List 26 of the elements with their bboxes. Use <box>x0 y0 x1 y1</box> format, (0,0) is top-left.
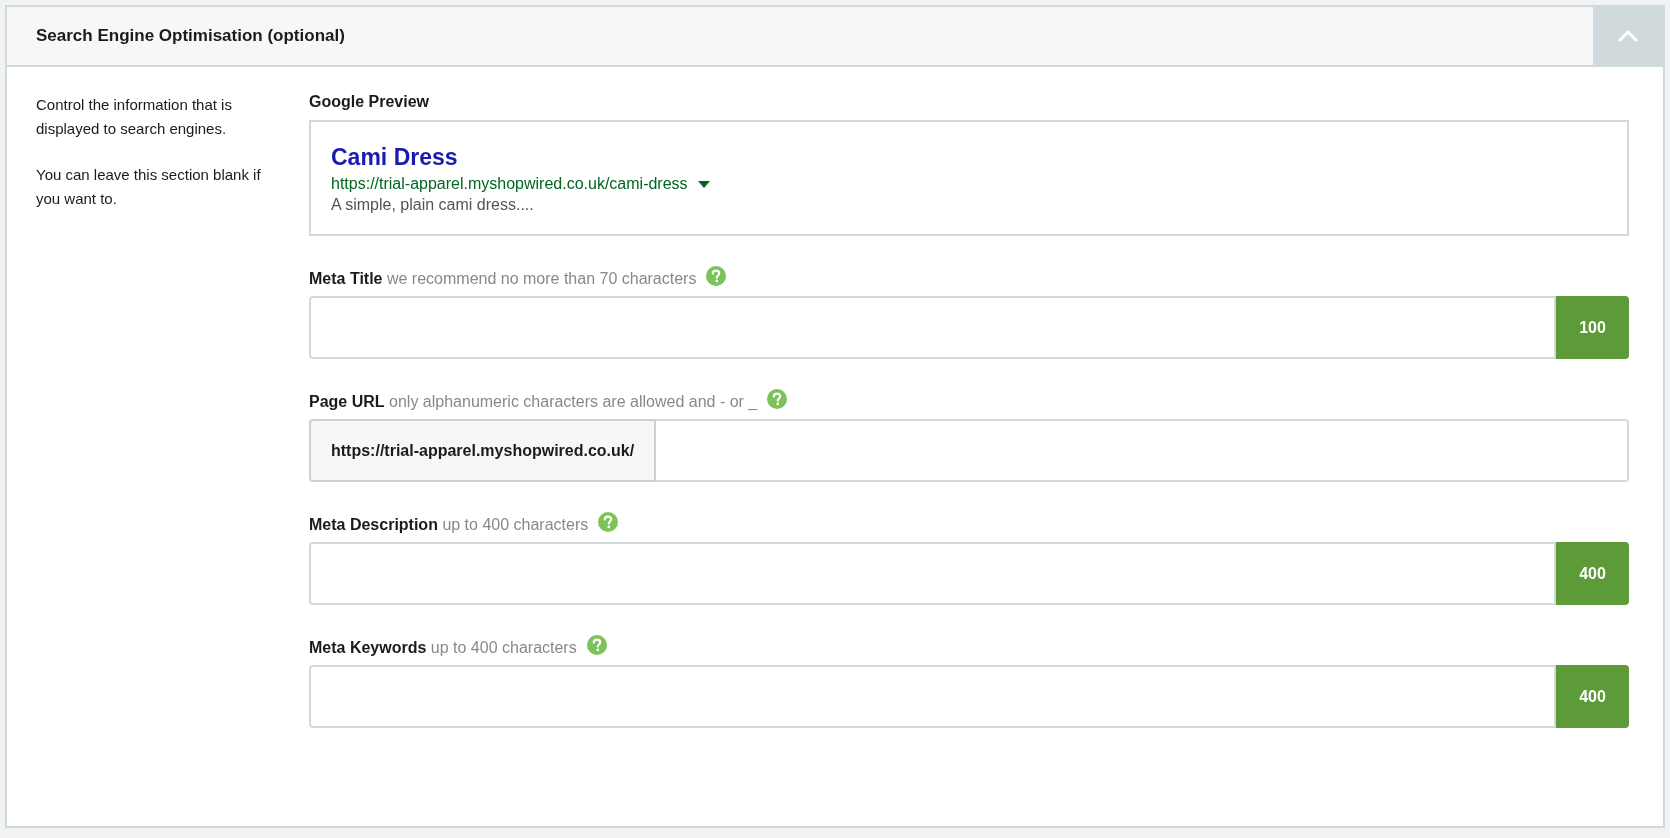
field-label: Google Preview <box>309 93 431 111</box>
panel-title: Search Engine Optimisation (optional) <box>35 25 346 47</box>
url-input[interactable] <box>656 419 1629 482</box>
character-counter: 400 <box>1556 665 1629 728</box>
text-input[interactable] <box>309 665 1556 728</box>
field-label: Page URL only alphanumeric characters are allowed and - or _ <box>309 393 758 411</box>
text-input[interactable] <box>309 296 1556 359</box>
text-input[interactable] <box>309 542 1556 605</box>
preview-url: https://trial-apparel.myshopwired.co.uk/cami-dress <box>331 175 688 193</box>
chevron-icon <box>1617 29 1639 43</box>
character-counter: 400 <box>1556 542 1629 605</box>
dropdown-icon <box>697 180 710 188</box>
description-text: You can leave this section blank if you want to. <box>36 165 262 209</box>
field-label: Meta Title we recommend no more than 70 characters <box>309 270 697 288</box>
help-icon[interactable] <box>767 389 788 409</box>
field-label: Meta Description up to 400 characters <box>309 516 589 534</box>
preview-title: Cami Dress <box>331 144 459 171</box>
help-icon[interactable] <box>598 512 619 532</box>
collapse-button[interactable] <box>1593 7 1663 65</box>
help-icon[interactable] <box>706 266 727 286</box>
help-icon[interactable] <box>586 635 607 655</box>
description-text: Control the information that is displayed to search engines. <box>36 95 233 139</box>
preview-description: A simple, plain cami dress.... <box>331 196 535 214</box>
url-prefix: https://trial-apparel.myshopwired.co.uk/ <box>309 419 657 482</box>
character-counter: 100 <box>1556 296 1629 359</box>
field-label: Meta Keywords up to 400 characters <box>309 639 577 657</box>
